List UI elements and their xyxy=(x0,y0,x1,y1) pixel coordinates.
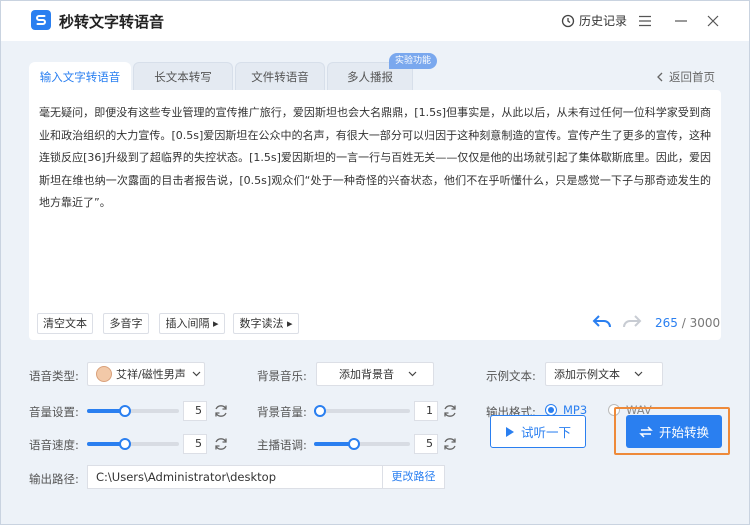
chevron-left-icon xyxy=(657,72,663,82)
clear-text-button[interactable]: 清空文本 xyxy=(37,313,93,334)
example-select[interactable]: 添加示例文本 xyxy=(545,362,663,386)
number-reading-button[interactable]: 数字读法 ▸ xyxy=(233,313,299,334)
slider-thumb[interactable] xyxy=(348,438,360,450)
chevron-down-icon xyxy=(634,371,643,377)
main-panel: 输入文字转语音 长文本转写 文件转语音 多人播报 实验功能 返回首页 毫无疑问，… xyxy=(1,41,749,524)
close-icon[interactable] xyxy=(703,11,723,31)
refresh-icon[interactable] xyxy=(213,403,229,419)
bgm-select[interactable]: 添加背景音 xyxy=(316,362,434,386)
tab-text-to-speech[interactable]: 输入文字转语音 xyxy=(29,62,131,90)
pitch-value[interactable]: 5 xyxy=(414,434,438,454)
start-convert-label: 开始转换 xyxy=(658,425,709,440)
slider-thumb[interactable] xyxy=(119,405,131,417)
path-label: 输出路径: xyxy=(29,472,79,486)
app-logo-icon xyxy=(31,10,51,30)
output-path-field[interactable]: C:\Users\Administrator\desktop xyxy=(87,465,383,489)
minimize-icon[interactable] xyxy=(671,11,691,31)
clock-icon xyxy=(561,14,575,27)
voice-value: 艾祥/磁性男声 xyxy=(116,368,186,381)
bgm-value: 添加背景音 xyxy=(339,368,394,381)
tab-long-text[interactable]: 长文本转写 xyxy=(133,62,233,90)
app-title: 秒转文字转语音 xyxy=(59,13,165,31)
bg-volume-slider[interactable] xyxy=(314,405,410,417)
volume-slider[interactable] xyxy=(87,405,179,417)
menu-icon[interactable] xyxy=(635,11,655,31)
speed-label: 语音速度: xyxy=(29,438,79,452)
experimental-badge: 实验功能 xyxy=(389,53,438,69)
char-limit: / 3000 xyxy=(681,316,721,330)
speed-value[interactable]: 5 xyxy=(183,434,207,454)
redo-icon[interactable] xyxy=(622,315,642,332)
preview-label: 试听一下 xyxy=(520,425,571,440)
text-editor[interactable]: 毫无疑问，即便没有这些专业管理的宣传推广旅行，爱因斯坦也会大名鼎鼎，[1.5s]… xyxy=(29,90,721,340)
char-count: 265 xyxy=(655,316,678,330)
insert-pause-button[interactable]: 插入间隔 ▸ xyxy=(159,313,225,334)
back-home-label: 返回首页 xyxy=(669,70,715,84)
bg-volume-value[interactable]: 1 xyxy=(414,401,438,421)
slider-thumb[interactable] xyxy=(314,405,326,417)
refresh-icon[interactable] xyxy=(442,403,458,419)
chevron-down-icon xyxy=(192,371,201,377)
start-convert-button[interactable]: 开始转换 xyxy=(626,415,722,448)
tab-file-to-speech[interactable]: 文件转语音 xyxy=(235,62,325,90)
convert-icon xyxy=(639,425,653,438)
example-value: 添加示例文本 xyxy=(554,368,620,381)
voice-select[interactable]: 艾祥/磁性男声 xyxy=(87,362,205,386)
editor-text[interactable]: 毫无疑问，即便没有这些专业管理的宣传推广旅行，爱因斯坦也会大名鼎鼎，[1.5s]… xyxy=(39,102,711,215)
example-label: 示例文本: xyxy=(486,369,536,383)
bgm-label: 背景音乐: xyxy=(257,369,307,383)
polyphone-button[interactable]: 多音字 xyxy=(103,313,149,334)
speed-slider[interactable] xyxy=(87,438,179,450)
slider-thumb[interactable] xyxy=(119,438,131,450)
pitch-slider[interactable] xyxy=(314,438,410,450)
pitch-label: 主播语调: xyxy=(257,438,307,452)
char-counter: 265 / 3000 xyxy=(655,316,720,330)
undo-icon[interactable] xyxy=(592,315,612,332)
history-button[interactable]: 历史记录 xyxy=(561,12,627,29)
volume-label: 音量设置: xyxy=(29,405,79,419)
volume-value[interactable]: 5 xyxy=(183,401,207,421)
change-path-button[interactable]: 更改路径 xyxy=(383,465,445,489)
back-home-link[interactable]: 返回首页 xyxy=(656,69,715,85)
voice-type-label: 语音类型: xyxy=(29,369,79,383)
app-window: 秒转文字转语音 历史记录 输入文字转语音 长文本转写 文件转语音 多人播报 实验… xyxy=(0,0,750,525)
refresh-icon[interactable] xyxy=(442,436,458,452)
avatar xyxy=(96,366,112,382)
title-bar: 秒转文字转语音 历史记录 xyxy=(1,1,749,41)
preview-button[interactable]: 试听一下 xyxy=(490,415,586,448)
play-icon xyxy=(505,426,514,437)
chevron-down-icon xyxy=(408,371,417,377)
bg-volume-label: 背景音量: xyxy=(257,405,307,419)
refresh-icon[interactable] xyxy=(213,436,229,452)
history-label: 历史记录 xyxy=(579,14,628,28)
